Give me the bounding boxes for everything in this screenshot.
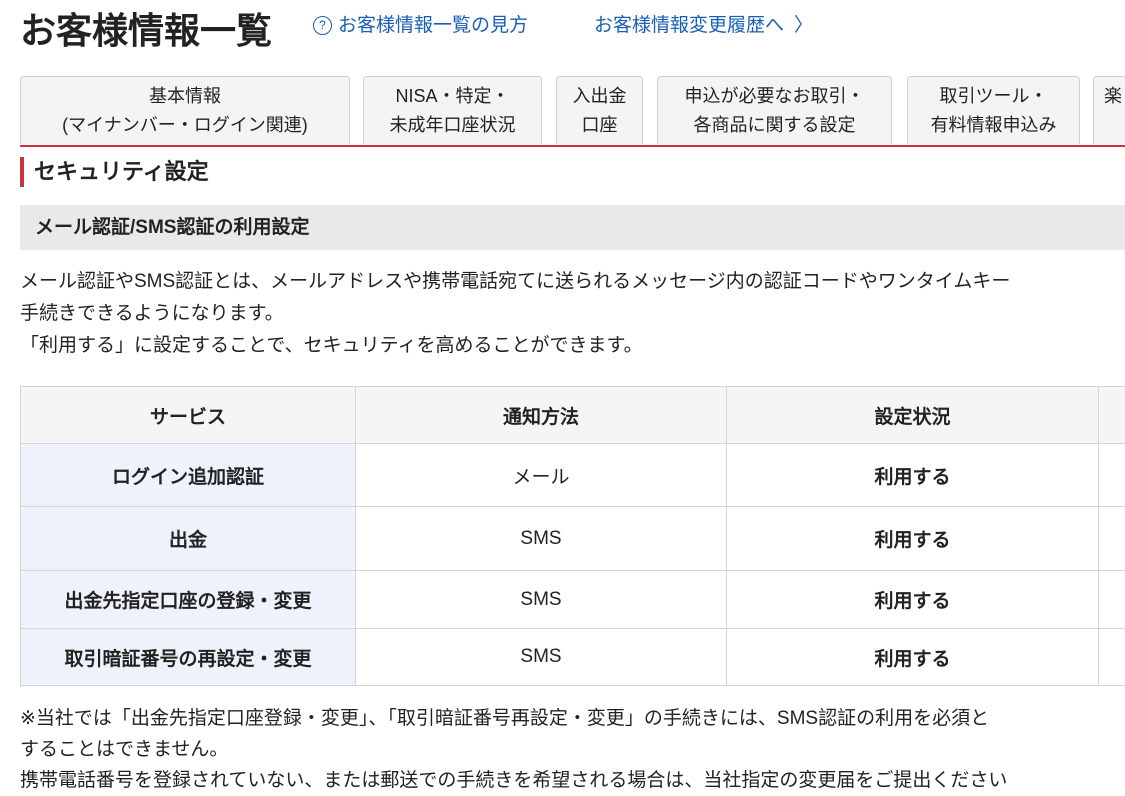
tab-more[interactable]: 楽 [1093, 76, 1125, 144]
section-title: セキュリティ設定 [20, 157, 209, 187]
tab-label: 未成年口座状況 [389, 115, 516, 135]
footnote-line: することはできません。 [20, 739, 229, 760]
status-cell: 利用する [726, 506, 1099, 571]
extra-cell [1098, 570, 1125, 629]
tab-label: NISA・特定・ [395, 86, 510, 106]
status-cell: 利用する [726, 443, 1099, 507]
description-line: 「利用する」に設定することで、セキュリティを高めることができます。 [20, 335, 643, 356]
tab-label: 取引ツール・ [939, 86, 1048, 106]
description: メール認証やSMS認証とは、メールアドレスや携帯電話宛てに送られるメッセージ内の… [20, 266, 1125, 362]
tab-bar: 基本情報 (マイナンバー・ログイン関連) NISA・特定・ 未成年口座状況 入出金口… [20, 76, 1125, 146]
service-cell: ログイン追加認証 [20, 443, 356, 507]
tab-label: 申込が必要なお取引・ [684, 86, 865, 106]
description-line: 手続きできるようになります。 [20, 303, 284, 324]
extra-cell [1098, 628, 1125, 686]
tab-basic-info[interactable]: 基本情報 (マイナンバー・ログイン関連) [20, 76, 350, 144]
column-header: サービス [20, 386, 356, 444]
tab-trading-tools[interactable]: 取引ツール・ 有料情報申込み [907, 76, 1080, 144]
question-circle-icon: ? [313, 16, 332, 35]
tab-label: 楽 [1104, 86, 1122, 106]
description-line: メール認証やSMS認証とは、メールアドレスや携帯電話宛てに送られるメッセージ内の… [20, 271, 1011, 292]
tab-label: 基本情報 [149, 86, 221, 106]
tab-deposit-account[interactable]: 入出金 口座 [556, 76, 643, 144]
tab-underline [20, 145, 1125, 147]
auth-settings-table: サービス 通知方法 設定状況 ログイン追加認証 メール 利用する 出金 SMS 利用する… [20, 386, 1125, 686]
tab-label: 口座 [581, 115, 618, 135]
extra-cell [1098, 506, 1125, 571]
tab-application-settings[interactable]: 申込が必要なお取引・ 各商品に関する設定 [657, 76, 892, 144]
extra-cell [1098, 443, 1125, 507]
subsection-title: メール認証/SMS認証の利用設定 [20, 205, 1125, 250]
column-header: 通知方法 [355, 386, 727, 444]
service-cell: 出金 [20, 506, 356, 571]
footnote-line: 携帯電話番号を登録されていない、または郵送での手続きを希望される場合は、当社指定… [20, 770, 1008, 791]
method-cell: SMS [355, 570, 727, 629]
footnote-line: ※当社では「出金先指定口座登録・変更」、「取引暗証番号再設定・変更」の手続きには… [20, 708, 990, 729]
method-cell: メール [355, 443, 727, 507]
footnotes: ※当社では「出金先指定口座登録・変更」、「取引暗証番号再設定・変更」の手続きには… [20, 703, 1125, 796]
chevron-right-icon: 〉 [794, 15, 814, 36]
history-link[interactable]: お客様情報変更履歴へ〉 [594, 10, 813, 37]
service-cell: 取引暗証番号の再設定・変更 [20, 628, 356, 686]
page-title: お客様情報一覧 [20, 10, 273, 51]
table-row: 出金 SMS 利用する [20, 506, 1125, 571]
tab-label: 有料情報申込み [930, 115, 1057, 135]
table-row: 出金先指定口座の登録・変更 SMS 利用する [20, 570, 1125, 629]
column-header [1098, 386, 1125, 444]
status-cell: 利用する [726, 628, 1099, 686]
table-row: ログイン追加認証 メール 利用する [20, 443, 1125, 507]
tab-nisa[interactable]: NISA・特定・ 未成年口座状況 [363, 76, 542, 144]
service-cell: 出金先指定口座の登録・変更 [20, 570, 356, 629]
table-header-row: サービス 通知方法 設定状況 [20, 386, 1125, 444]
tab-label: 入出金 [572, 86, 627, 106]
method-cell: SMS [355, 506, 727, 571]
help-link-label: お客様情報一覧の見方 [338, 15, 529, 36]
column-header: 設定状況 [726, 386, 1099, 444]
help-link[interactable]: ? お客様情報一覧の見方 [313, 10, 528, 37]
status-cell: 利用する [726, 570, 1099, 629]
tab-label: (マイナンバー・ログイン関連) [62, 115, 308, 135]
history-link-label: お客様情報変更履歴へ [594, 15, 785, 36]
method-cell: SMS [355, 628, 727, 686]
tab-label: 各商品に関する設定 [693, 115, 856, 135]
table-row: 取引暗証番号の再設定・変更 SMS 利用する [20, 628, 1125, 686]
